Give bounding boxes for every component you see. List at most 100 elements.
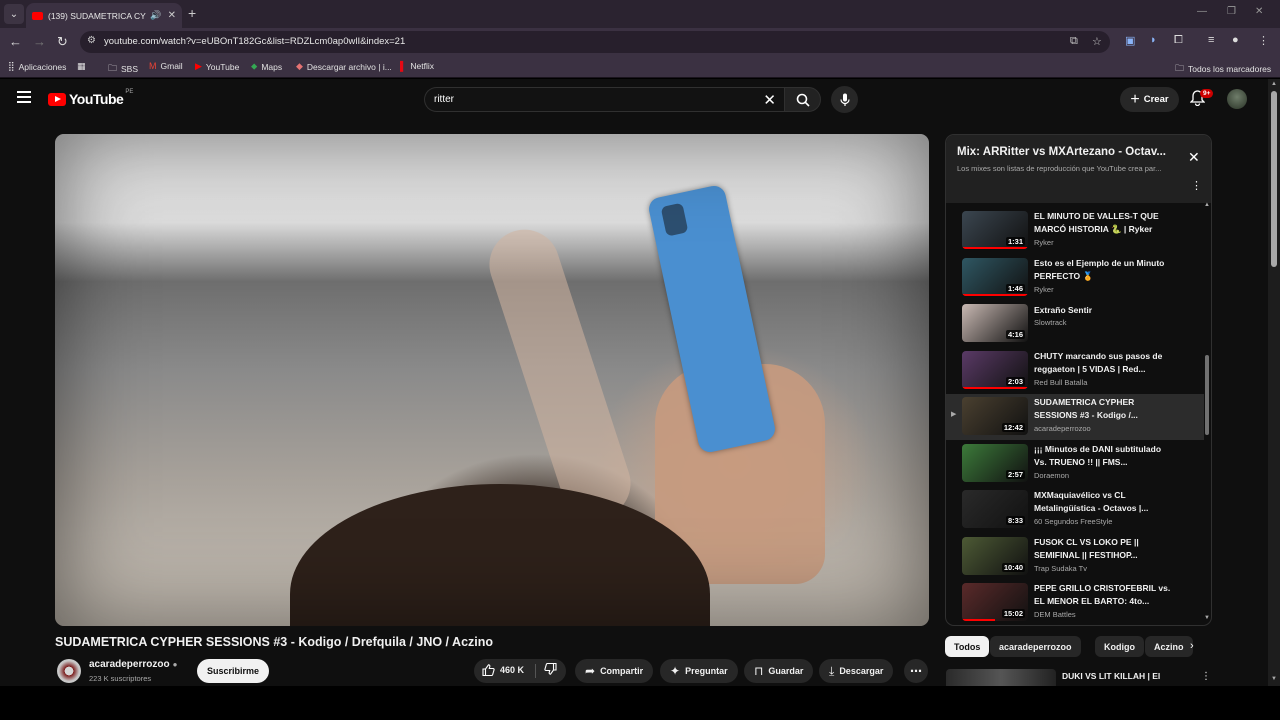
playlist-item-channel: Ryker [1034,238,1054,247]
playlist-item-title[interactable]: Esto es el Ejemplo de un Minuto PERFECTO… [1034,257,1174,283]
page-scroll-up-icon[interactable]: ▲ [1271,81,1277,87]
playlist-thumbnail[interactable]: 1:31 [962,211,1028,249]
site-info-icon[interactable]: ⚙ [87,35,96,46]
chip-channel[interactable]: acaradeperrozoo [990,636,1081,657]
playlist-item[interactable]: 4:16 Extraño Sentir Slowtrack [946,301,1204,347]
url-text[interactable]: youtube.com/watch?v=eUBOnT182Gc&list=RDZ… [104,36,405,47]
playlist-thumbnail[interactable]: 12:42 [962,397,1028,435]
playlist-item-channel: Doraemon [1034,470,1070,480]
tab-search-chevron-icon[interactable]: ⌄ [4,4,24,24]
create-button[interactable]: + Crear [1120,87,1179,112]
youtube-logo[interactable]: YouTube PE [48,89,133,107]
back-arrow-icon[interactable]: ← [9,34,22,49]
chips-next-chevron-icon[interactable]: › [1190,640,1194,652]
audio-extension-icon[interactable]: ◗ [1150,34,1157,46]
bookmark-download[interactable]: ◆ Descargar archivo | i... [296,61,392,72]
bookmark-gmail[interactable]: M Gmail [149,61,183,71]
playlist-item-title[interactable]: EL MINUTO DE VALLES-T QUE MARCÓ HISTORIA… [1034,210,1174,236]
playlist-thumbnail[interactable]: 4:16 [962,304,1028,342]
playlist-scrollbar[interactable] [1205,355,1209,435]
search-button[interactable] [784,87,821,112]
playlist-item[interactable]: ▶ 12:42 SUDAMETRICA CYPHER SESSIONS #3 - K… [946,394,1204,440]
install-app-icon[interactable]: ⧉ [1070,35,1078,48]
bookmark-netflix[interactable]: ▌ Netflix [400,61,434,71]
bookmark-grid[interactable]: ▦ [77,61,90,72]
playlist-item[interactable]: 2:57 ¡¡¡ Minutos de DANI subtitulado Vs. … [946,441,1204,487]
subscribe-button[interactable]: Suscribirme [197,659,269,683]
save-button[interactable]: ⊓ Guardar [744,659,814,683]
hamburger-menu-icon[interactable] [17,91,31,103]
audio-playing-icon[interactable]: 🔊 [150,10,161,21]
playlist-item-title[interactable]: SUDAMETRICA CYPHER SESSIONS #3 - Kodigo … [1034,396,1174,422]
playlist-item[interactable]: 10:40 FUSOK CL VS LOKO PE || SEMIFINAL ||… [946,534,1204,580]
playlist-item-title[interactable]: Extraño Sentir [1034,304,1174,317]
playlist-item-title[interactable]: CHUTY marcando sus pasos de reggaeton | … [1034,350,1174,376]
playlist-item-title[interactable]: FUSOK CL VS LOKO PE || SEMIFINAL || FEST… [1034,536,1174,562]
bookmark-star-icon[interactable]: ☆ [1092,35,1102,48]
browser-tab-active[interactable]: (139) SUDAMETRICA CYPHER 🔊 ✕ [26,3,182,28]
playlist-thumbnail[interactable]: 2:03 [962,350,1028,389]
playlist-item-title[interactable]: ¡¡¡ Minutos de DANI subtitulado Vs. TRUE… [1034,443,1174,469]
thumbs-down-icon[interactable] [544,663,557,675]
close-playlist-icon[interactable]: ✕ [1188,149,1200,166]
playlist-item[interactable]: 8:33 MXMaquiavélico vs CL Metalingüística… [946,487,1204,533]
all-bookmarks-folder[interactable]: 🗀 Todos los marcadores [1175,61,1271,77]
chip-aczino[interactable]: Aczino [1145,636,1193,657]
restore-icon[interactable]: ❐ [1227,6,1236,17]
playlist-thumbnail[interactable]: 10:40 [962,536,1028,575]
playlist-thumbnail[interactable]: 2:57 [962,443,1028,482]
playlist-item[interactable]: 1:46 Esto es el Ejemplo de un Minuto PERF… [946,255,1204,301]
playlist-item-title[interactable]: PEPE GRILLO CRISTOFEBRIL vs. EL MENOR EL… [1034,582,1174,608]
playlist-item-title[interactable]: MXMaquiavélico vs CL Metalingüística - O… [1034,489,1174,515]
recommended-thumbnail[interactable] [946,669,1056,686]
playlist-item[interactable]: 1:31 EL MINUTO DE VALLES-T QUE MARCÓ HIST… [946,208,1204,254]
reload-icon[interactable]: ↻ [57,34,68,50]
playlist-thumbnail[interactable]: 15:02 [962,583,1028,621]
recommended-title[interactable]: DUKI VS LIT KILLAH | El [1062,671,1160,681]
profile-icon[interactable]: ● [1232,34,1239,46]
page-scrollbar[interactable]: ▲ ▼ [1268,79,1280,686]
playlist-menu-icon[interactable]: ⋮ [1191,179,1202,192]
playlist-title[interactable]: Mix: ARRitter vs MXArtezano - Octav... [957,146,1177,158]
chip-todos[interactable]: Todos [945,636,990,657]
bookmark-youtube[interactable]: ▶ YouTube [195,61,239,72]
reading-list-icon[interactable]: ≡ [1208,34,1214,46]
minimize-icon[interactable]: — [1197,6,1207,17]
page-scroll-down-icon[interactable]: ▼ [1271,676,1277,682]
extensions-puzzle-icon[interactable]: ⧠ [1174,34,1183,47]
playlist-scroll-up-icon[interactable]: ▲ [1204,202,1210,208]
new-tab-button[interactable]: + [188,5,196,21]
forward-arrow-icon[interactable]: → [33,34,46,49]
more-actions-icon[interactable]: ⋯ [904,659,928,683]
bookmark-apps[interactable]: ⣿ Aplicaciones [8,61,66,72]
recommended-video[interactable]: DUKI VS LIT KILLAH | El ⋮ [946,669,1211,686]
search-input[interactable]: ritter ✕ [424,87,784,112]
bookmark-maps[interactable]: ⬥ Maps [251,61,282,72]
chip-kodigo[interactable]: Kodigo [1095,636,1144,657]
search-query[interactable]: ritter [434,94,454,105]
playlist-item[interactable]: 2:03 CHUTY marcando sus pasos de reggaeto… [946,348,1204,394]
share-button[interactable]: ➦ Compartir [575,659,654,683]
playlist-thumbnail[interactable]: 8:33 [962,490,1028,528]
like-button[interactable]: 460 K [482,664,524,676]
playlist-item[interactable]: 15:02 PEPE GRILLO CRISTOFEBRIL vs. EL MEN… [946,580,1204,625]
translate-extension-icon[interactable]: ▣ [1125,34,1135,47]
channel-name[interactable]: acaradeperrozoo ● [89,659,177,670]
tab-close-icon[interactable]: ✕ [168,10,176,21]
playlist-scroll-down-icon[interactable]: ▼ [1204,615,1210,621]
playlist-thumbnail[interactable]: 1:46 [962,257,1028,296]
video-player[interactable] [55,134,929,626]
address-bar[interactable]: ⚙ youtube.com/watch?v=eUBOnT182Gc&list=R… [80,31,1110,53]
voice-search-button[interactable] [831,86,858,113]
close-window-icon[interactable]: ✕ [1255,6,1263,17]
browser-menu-icon[interactable]: ⋮ [1258,34,1269,47]
bookmark-sbs[interactable]: 🗀 SBS [108,61,138,77]
page-scroll-thumb[interactable] [1271,91,1277,267]
account-avatar[interactable] [1227,89,1247,109]
channel-avatar[interactable] [57,659,81,683]
duration-badge: 2:03 [1005,376,1025,386]
download-button[interactable]: ⤓ Descargar [819,659,894,683]
ask-button[interactable]: ✦ Preguntar [660,659,738,683]
clear-search-icon[interactable]: ✕ [763,91,776,109]
recommended-menu-icon[interactable]: ⋮ [1201,671,1211,682]
